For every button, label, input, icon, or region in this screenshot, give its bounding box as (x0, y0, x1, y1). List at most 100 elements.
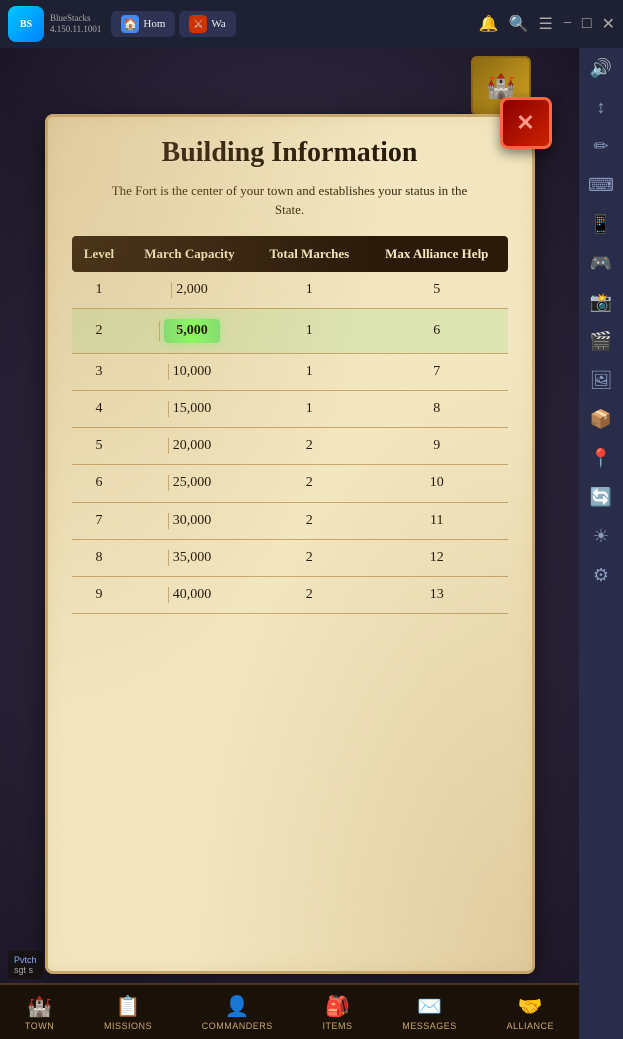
maximize-icon[interactable]: □ (582, 15, 592, 33)
topbar-actions: 🔔 🔍 ☰ − □ ✕ (479, 14, 615, 34)
cell-divider (159, 321, 160, 341)
alliance-icon: 🤝 (518, 994, 543, 1019)
table-row: 4 15,000 18 (72, 390, 508, 427)
notification-icon[interactable]: 🔔 (479, 14, 499, 34)
volume-icon[interactable]: 🔊 (590, 58, 612, 79)
table-row: 7 30,000 211 (72, 502, 508, 539)
tab-war[interactable]: ⚔ Wa (179, 11, 235, 37)
table-header: Level March Capacity Total Marches Max A… (72, 236, 508, 272)
table-row: 25,00016 (72, 308, 508, 353)
cell-max-alliance-help: 11 (366, 502, 507, 539)
close-button[interactable] (500, 97, 552, 149)
keyboard-icon[interactable]: ⌨ (588, 175, 614, 196)
table-row: 12,00015 (72, 272, 508, 309)
cell-march-capacity: 30,000 (126, 502, 252, 539)
nav-items-label: ITEMS (323, 1021, 353, 1031)
tab-war-label: Wa (211, 18, 225, 30)
chat-message: sgt s (14, 965, 37, 975)
settings-icon[interactable]: ⚙ (593, 565, 609, 586)
cell-max-alliance-help: 10 (366, 465, 507, 502)
location-icon[interactable]: 📍 (590, 448, 612, 469)
brightness-icon[interactable]: ☀ (593, 526, 609, 547)
cell-total-marches: 2 (253, 539, 367, 576)
tab-home[interactable]: 🏠 Hom (111, 11, 175, 37)
cell-march-capacity: 10,000 (126, 353, 252, 390)
cell-march-capacity: 5,000 (126, 308, 252, 353)
resize-icon[interactable]: ↕ (597, 97, 606, 118)
camera-icon[interactable]: 📸 (590, 292, 612, 313)
video-icon[interactable]: 🎬 (590, 331, 612, 352)
gamepad-icon[interactable]: 🎮 (590, 253, 612, 274)
table-row: 310,00017 (72, 353, 508, 390)
cell-total-marches: 2 (253, 465, 367, 502)
cell-max-alliance-help: 6 (366, 308, 507, 353)
cell-level: 6 (72, 465, 127, 502)
cell-march-capacity: 20,000 (126, 428, 252, 465)
nav-commanders-label: COMMANDERS (202, 1021, 273, 1031)
col-header-march-capacity: March Capacity (126, 236, 252, 272)
nav-alliance[interactable]: 🤝 ALLIANCE (507, 994, 555, 1031)
messages-icon: ✉️ (417, 994, 442, 1019)
bottom-navigation: 🏰 TOWN 📋 MISSIONS 👤 COMMANDERS 🎒 ITEMS ✉… (0, 983, 579, 1039)
march-capacity-value: 5,000 (164, 319, 220, 343)
commanders-icon: 👤 (225, 994, 250, 1019)
col-header-total-marches: Total Marches (253, 236, 367, 272)
cell-level: 3 (72, 353, 127, 390)
bluestacks-topbar: BS BlueStacks 4.150.11.1001 🏠 Hom ⚔ Wa 🔔… (0, 0, 623, 48)
app-tabs: 🏠 Hom ⚔ Wa (111, 11, 235, 37)
menu-icon[interactable]: ☰ (539, 14, 553, 34)
march-capacity-value: 15,000 (173, 401, 212, 416)
cell-level: 8 (72, 539, 127, 576)
table-row: 835,000212 (72, 539, 508, 576)
cell-max-alliance-help: 13 (366, 577, 507, 614)
cell-max-alliance-help: 9 (366, 428, 507, 465)
table-row: 940,000213 (72, 577, 508, 614)
table-row: 6 25,000 210 (72, 465, 508, 502)
close-window-icon[interactable]: ✕ (602, 14, 615, 34)
collection-icon[interactable]: 📦 (590, 409, 612, 430)
search-icon[interactable]: 🔍 (509, 14, 529, 34)
right-sidebar: 🔊 ↕ ✏ ⌨ 📱 🎮 📸 🎬 🖼 📦 📍 🔄 ☀ ⚙ (579, 48, 623, 1039)
cell-max-alliance-help: 8 (366, 390, 507, 427)
cell-march-capacity: 15,000 (126, 390, 252, 427)
nav-commanders[interactable]: 👤 COMMANDERS (202, 994, 273, 1031)
cell-level: 7 (72, 502, 127, 539)
nav-missions[interactable]: 📋 MISSIONS (104, 994, 152, 1031)
march-capacity-value: 30,000 (173, 513, 212, 528)
march-capacity-value: 2,000 (176, 282, 208, 297)
items-icon: 🎒 (325, 994, 350, 1019)
minimize-icon[interactable]: − (563, 15, 572, 33)
bluestacks-logo: BS (8, 6, 44, 42)
cell-march-capacity: 35,000 (126, 539, 252, 576)
nav-messages[interactable]: ✉️ MESSAGES (402, 994, 457, 1031)
chat-user: Pvtch (14, 955, 37, 965)
cell-level: 9 (72, 577, 127, 614)
cell-total-marches: 1 (253, 308, 367, 353)
table-body: 12,0001525,00016310,00017415,00018520,00… (72, 272, 508, 614)
chat-overlay: Pvtch sgt s (8, 951, 43, 979)
cell-march-capacity: 25,000 (126, 465, 252, 502)
march-capacity-value: 20,000 (173, 438, 212, 453)
table-row: 520,00029 (72, 428, 508, 465)
cell-total-marches: 1 (253, 390, 367, 427)
cell-total-marches: 1 (253, 272, 367, 309)
nav-town[interactable]: 🏰 TOWN (25, 994, 54, 1031)
march-capacity-value: 10,000 (173, 364, 212, 379)
mobile-icon[interactable]: 📱 (590, 214, 612, 235)
cell-max-alliance-help: 12 (366, 539, 507, 576)
cell-max-alliance-help: 5 (366, 272, 507, 309)
nav-alliance-label: ALLIANCE (507, 1021, 555, 1031)
cell-total-marches: 2 (253, 502, 367, 539)
cell-level: 5 (72, 428, 127, 465)
building-info-modal: 1 Building Information The Fort is the c… (45, 114, 535, 974)
march-capacity-value: 25,000 (173, 476, 212, 491)
cell-level: 1 (72, 272, 127, 309)
cell-level: 4 (72, 390, 127, 427)
tab-home-label: Hom (143, 18, 165, 30)
cell-march-capacity: 2,000 (126, 272, 252, 309)
edit-icon[interactable]: ✏ (593, 136, 608, 157)
gallery-icon[interactable]: 🖼 (590, 370, 613, 391)
col-header-max-alliance-help: Max Alliance Help (366, 236, 507, 272)
nav-items[interactable]: 🎒 ITEMS (323, 994, 353, 1031)
rotate-icon[interactable]: 🔄 (590, 487, 612, 508)
